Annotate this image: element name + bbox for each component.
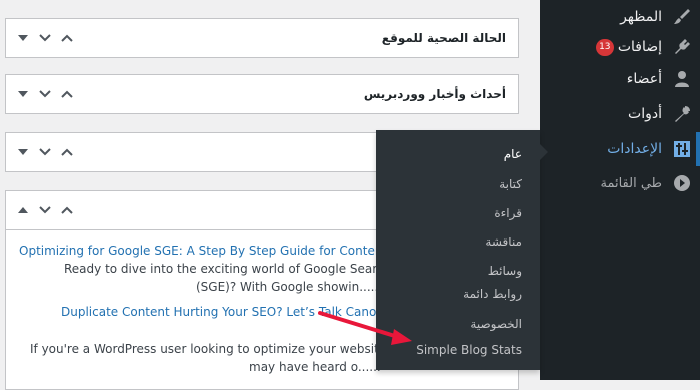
chevron-down-icon xyxy=(39,34,51,42)
paintbrush-icon xyxy=(672,7,692,27)
move-down-button[interactable] xyxy=(34,144,56,160)
wordpress-events-widget: أحداث وأخبار ووردبريس xyxy=(5,74,519,114)
widget-title: الحالة الصحية للموقع xyxy=(381,31,506,45)
chevron-down-icon xyxy=(39,148,51,156)
widget-header: أحداث وأخبار ووردبريس xyxy=(6,75,518,113)
news-item-title-link[interactable]: Duplicate Content Hurting Your SEO? Let’… xyxy=(61,304,394,320)
move-down-button[interactable] xyxy=(34,202,56,218)
submenu-item-media[interactable]: وسائط xyxy=(488,263,522,279)
submenu-item-permalinks[interactable]: روابط دائمة xyxy=(463,286,522,302)
widget-controls xyxy=(12,202,78,218)
submenu-item-simple-blog-stats[interactable]: Simple Blog Stats xyxy=(416,342,522,358)
sidebar-item-label: طي القائمة xyxy=(600,175,662,191)
toggle-panel-button[interactable] xyxy=(12,30,34,46)
admin-sidebar: المظهر 13 إضافات أعضاء أدوات الإعدادات ط… xyxy=(540,0,700,380)
settings-icon xyxy=(672,139,692,159)
wrench-icon xyxy=(672,104,692,124)
widget-controls xyxy=(12,30,78,46)
update-count-badge: 13 xyxy=(595,38,614,56)
chevron-down-icon xyxy=(39,206,51,214)
chevron-down-icon xyxy=(39,90,51,98)
collapse-icon xyxy=(672,173,692,193)
caret-down-icon xyxy=(18,91,28,97)
collapse-menu-button[interactable]: طي القائمة xyxy=(540,166,700,200)
news-item-excerpt: Ready to dive into the exciting world of… xyxy=(64,262,392,276)
move-down-button[interactable] xyxy=(34,30,56,46)
widget-title: أحداث وأخبار ووردبريس xyxy=(363,87,506,101)
move-up-button[interactable] xyxy=(56,30,78,46)
site-health-widget: الحالة الصحية للموقع xyxy=(5,18,519,58)
sidebar-item-appearance[interactable]: المظهر xyxy=(540,0,700,34)
caret-down-icon xyxy=(18,149,28,155)
submenu-item-discussion[interactable]: مناقشة xyxy=(485,234,522,250)
sidebar-item-label: الإعدادات xyxy=(607,141,662,157)
caret-down-icon xyxy=(18,35,28,41)
news-item-excerpt: may have heard o...... xyxy=(249,360,381,374)
chevron-up-icon xyxy=(61,90,73,98)
settings-submenu: عام كتابة قراءة مناقشة وسائط روابط دائمة… xyxy=(376,130,540,370)
submenu-item-writing[interactable]: كتابة xyxy=(499,176,522,192)
submenu-pointer xyxy=(540,144,548,160)
move-up-button[interactable] xyxy=(56,202,78,218)
sidebar-item-label: أعضاء xyxy=(626,71,662,87)
sidebar-item-users[interactable]: أعضاء xyxy=(540,62,700,96)
widget-controls xyxy=(12,144,78,160)
news-item-title-link[interactable]: Optimizing for Google SGE: A Step By Ste… xyxy=(19,243,399,259)
caret-up-icon xyxy=(18,207,28,213)
news-item-excerpt: (SGE)? With Google showin...... xyxy=(196,280,383,294)
users-icon xyxy=(672,69,692,89)
toggle-panel-button[interactable] xyxy=(12,202,34,218)
submenu-item-general[interactable]: عام xyxy=(504,146,522,162)
submenu-item-reading[interactable]: قراءة xyxy=(494,205,522,221)
move-up-button[interactable] xyxy=(56,144,78,160)
sidebar-item-label: إضافات xyxy=(617,39,662,55)
chevron-up-icon xyxy=(61,148,73,156)
sidebar-item-plugins[interactable]: 13 إضافات xyxy=(540,30,700,64)
sidebar-item-label: المظهر xyxy=(620,9,662,25)
sidebar-item-settings[interactable]: الإعدادات xyxy=(540,132,700,166)
widget-header: الحالة الصحية للموقع xyxy=(6,19,518,57)
plugins-icon xyxy=(672,37,692,57)
chevron-up-icon xyxy=(61,34,73,42)
active-indicator xyxy=(696,132,700,166)
news-item-excerpt: If you're a WordPress user looking to op… xyxy=(30,342,395,356)
widget-controls xyxy=(12,86,78,102)
submenu-item-privacy[interactable]: الخصوصية xyxy=(470,316,522,332)
sidebar-item-tools[interactable]: أدوات xyxy=(540,97,700,131)
move-up-button[interactable] xyxy=(56,86,78,102)
chevron-up-icon xyxy=(61,206,73,214)
sidebar-item-label: أدوات xyxy=(628,106,662,122)
toggle-panel-button[interactable] xyxy=(12,86,34,102)
move-down-button[interactable] xyxy=(34,86,56,102)
toggle-panel-button[interactable] xyxy=(12,144,34,160)
